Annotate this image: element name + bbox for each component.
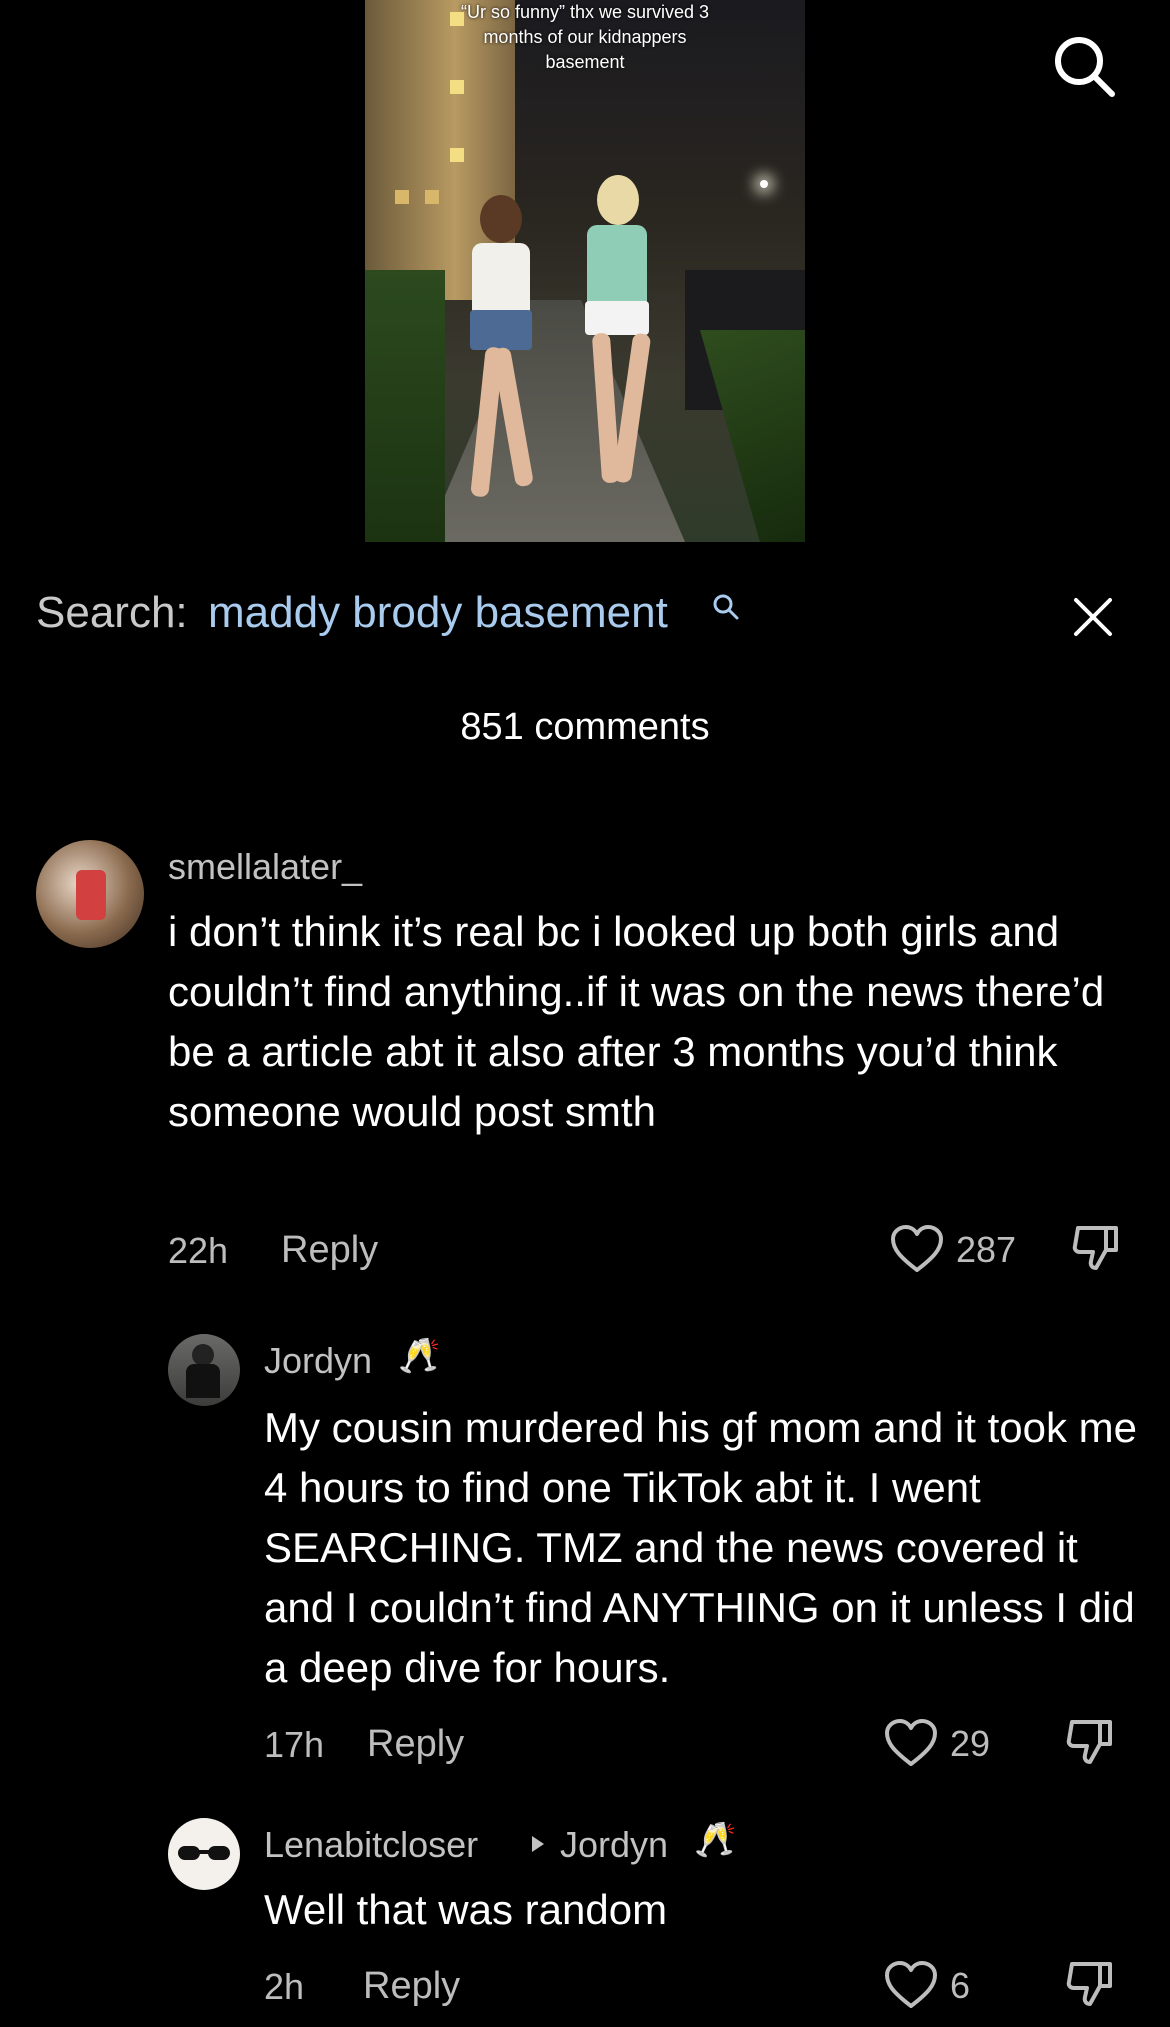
search-small-icon: [712, 593, 740, 621]
comment-text: My cousin murdered his gf mom and it too…: [264, 1404, 1138, 1691]
street-lamp: [760, 180, 768, 188]
reply-button[interactable]: Reply: [367, 1723, 464, 1766]
close-icon[interactable]: [1068, 592, 1118, 642]
video-thumbnail[interactable]: [365, 0, 805, 542]
video-caption: “Ur so funny” thx we survived 3 months o…: [460, 2, 710, 72]
like-count: 29: [950, 1723, 991, 1764]
search-label: Search:: [36, 588, 188, 637]
champagne-icon: 🥂: [694, 1821, 737, 1859]
champagne-icon: 🥂: [398, 1337, 441, 1375]
thumbs-down-icon[interactable]: [1064, 1716, 1116, 1768]
comment-username[interactable]: smellalater_: [168, 846, 362, 888]
comment-text: i don’t think it’s real bc i looked up b…: [168, 908, 1105, 1135]
comment-time: 2h: [264, 1966, 305, 2007]
avatar[interactable]: [168, 1818, 240, 1890]
avatar[interactable]: [36, 840, 144, 948]
thumbs-down-icon[interactable]: [1070, 1222, 1122, 1274]
heart-icon[interactable]: [890, 1224, 944, 1274]
reply-button[interactable]: Reply: [281, 1229, 378, 1272]
reply-arrow-icon: [530, 1834, 546, 1854]
reply-to-username[interactable]: Jordyn: [560, 1824, 668, 1866]
comment-count: 851 comments: [460, 706, 710, 748]
like-count: 6: [950, 1965, 971, 2006]
comment-text: Well that was random: [264, 1886, 668, 1933]
comment-username[interactable]: Jordyn: [264, 1340, 372, 1382]
heart-icon[interactable]: [884, 1718, 938, 1768]
search-query-link[interactable]: maddy brody basement: [208, 588, 668, 638]
like-count: 287: [956, 1229, 1017, 1270]
comment-time: 17h: [264, 1724, 325, 1765]
thumbs-down-icon[interactable]: [1064, 1958, 1116, 2010]
avatar[interactable]: [168, 1334, 240, 1406]
comment-username[interactable]: Lenabitcloser: [264, 1824, 478, 1866]
comment-time: 22h: [168, 1230, 229, 1271]
reply-button[interactable]: Reply: [363, 1965, 460, 2008]
heart-icon[interactable]: [884, 1960, 938, 2010]
search-icon[interactable]: [1052, 34, 1116, 98]
